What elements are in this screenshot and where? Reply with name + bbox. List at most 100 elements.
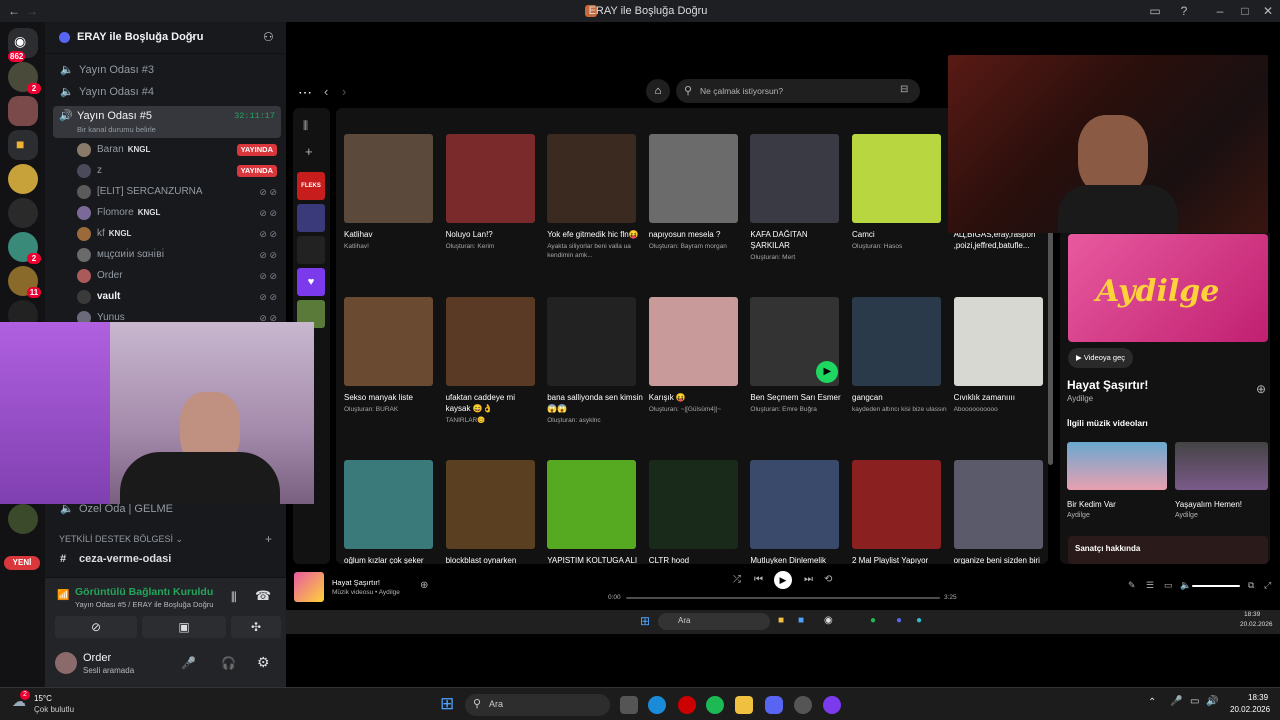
close-icon[interactable]: ✕ — [1260, 3, 1276, 19]
activities-button[interactable]: ✣ — [231, 616, 281, 638]
playlist-title[interactable]: KAFA DAĞITAN ŞARKILAR — [750, 229, 846, 251]
playlist-title[interactable]: ufaktan caddeye mi kaysak 😄👌 — [446, 392, 542, 414]
camera-off-button[interactable]: ⊘ — [55, 616, 137, 638]
voice-channel[interactable]: 🔈 Yayın Odası #3 — [57, 60, 281, 80]
server-header[interactable]: ERAY ile Boşluğa Doğru ⌄ ⚇ — [45, 22, 286, 54]
home-icon[interactable]: ⌂ — [646, 79, 670, 103]
playlist-card[interactable]: Karışık 😝 Oluşturan: ~|[Gülsüm4]|~ — [648, 297, 745, 414]
playlist-title[interactable]: Yok efe gitmedik hic fln😝 — [547, 229, 643, 240]
browse-icon[interactable]: ⊟ — [900, 84, 908, 95]
microphone-icon[interactable]: 🎤 — [1170, 696, 1182, 707]
add-icon[interactable]: + — [305, 144, 313, 159]
playlist-title[interactable]: Ben Seçmem Sarı Esmer — [750, 392, 846, 403]
file-explorer-icon[interactable]: ■ — [778, 615, 784, 626]
server-icon[interactable] — [8, 504, 38, 534]
playlist-title[interactable]: Camci — [852, 229, 948, 240]
spotify-icon[interactable] — [706, 696, 724, 714]
playlist-card[interactable]: KAFA DAĞITAN ŞARKILAR Oluşturan: Mert — [750, 134, 846, 262]
next-icon[interactable]: ⏭ — [804, 574, 813, 585]
forward-icon[interactable]: › — [342, 84, 346, 99]
windows-start-icon[interactable]: ⊞ — [640, 614, 650, 628]
file-explorer-icon[interactable] — [735, 696, 753, 714]
connection-subtitle[interactable]: Yayın Odası #5 / ERAY ile Boşluğa Doğru — [75, 600, 213, 609]
playlist-card[interactable]: YAPISTIM KOLTUGA ALI KOÇ GİBİ — [547, 460, 643, 577]
playlist-card[interactable]: Noluyo Lan!? Oluşturan: Kerim — [445, 134, 542, 251]
voice-member[interactable]: мцҫαиı̇и ѕαнı̇вı̇ ⊘ ⊘ — [77, 245, 277, 265]
voice-member[interactable]: Baran KNGL YAYINDA — [77, 140, 277, 160]
now-playing-cover[interactable] — [294, 572, 324, 602]
playlist-card[interactable]: Katlihav Katlihav! — [344, 134, 440, 251]
playlist-title[interactable]: bana salliyonda sen kimsin 😱😱 — [547, 392, 643, 414]
song-artist[interactable]: Aydilge — [1067, 394, 1093, 403]
store-icon[interactable]: ■ — [798, 615, 804, 626]
help-icon[interactable]: ? — [1176, 3, 1192, 19]
playlist-card[interactable]: Mutluyken Dinlemelik — [750, 460, 846, 566]
weather-temp[interactable]: 15°C — [34, 694, 52, 703]
playlist-card[interactable]: organize beni sizden biri — [953, 460, 1050, 566]
spotify-icon[interactable]: ● — [870, 615, 876, 626]
volume-icon[interactable]: 🔈 — [1180, 580, 1191, 591]
new-badge[interactable]: YENİ — [4, 556, 40, 570]
weather-desc[interactable]: Çok bulutlu — [34, 705, 74, 714]
playlist-card[interactable]: gangcan kaydeden altıncı kisi bize ulassı… — [852, 297, 948, 414]
fullscreen-icon[interactable]: ⤢ — [1264, 580, 1271, 591]
settings-gear-icon[interactable]: ⚙ — [257, 654, 270, 671]
library-playlist-thumb[interactable] — [297, 204, 325, 232]
inner-search-box[interactable]: Ara — [658, 613, 770, 630]
avatar[interactable] — [55, 652, 77, 674]
windows-start-icon[interactable]: ⊞ — [440, 694, 454, 714]
headphone-icon[interactable]: 🎧 — [221, 656, 236, 670]
related-video-title[interactable]: Bir Kedim Var — [1067, 500, 1116, 509]
inbox-icon[interactable]: ▭ — [1147, 3, 1163, 19]
playlist-title[interactable]: Karışık 😝 — [649, 392, 745, 403]
library-playlist-thumb[interactable]: FLEKS — [297, 172, 325, 200]
playlist-card[interactable]: Sekso manyak liste Oluşturan: BURAK — [344, 297, 440, 414]
library-playlist-thumb[interactable] — [297, 236, 325, 264]
related-video-thumb[interactable] — [1067, 442, 1167, 490]
server-icon[interactable] — [8, 198, 38, 228]
now-playing-title[interactable]: Hayat Şaşırtır! — [332, 578, 380, 587]
server-icon[interactable]: 2 — [8, 62, 41, 94]
search-input[interactable]: Ne çalmak istiyorsun? — [700, 86, 783, 96]
play-button[interactable]: ▶ — [774, 571, 792, 589]
playlist-card[interactable]: oğlum kızlar çok şeker — [344, 460, 440, 566]
app-icon[interactable] — [823, 696, 841, 714]
voice-member[interactable]: vault ⊘ ⊘ — [77, 287, 277, 307]
about-artist-card[interactable]: Sanatçı hakkında — [1068, 536, 1268, 564]
task-view-icon[interactable] — [620, 696, 638, 714]
playlist-card[interactable]: CLTR hood — [648, 460, 745, 566]
discord-home-icon[interactable]: ◉ 862 — [8, 28, 38, 62]
playlist-title[interactable]: napıyosun mesela ? — [649, 229, 745, 240]
video-toggle-button[interactable]: ▶ Videoya geç — [1068, 348, 1134, 368]
playlist-card[interactable]: Ben Seçmem Sarı Esmer Oluşturan: Emre Buğ… — [750, 297, 846, 414]
voice-member[interactable]: kf KNGL ⊘ ⊘ — [77, 224, 277, 244]
add-channel-icon[interactable]: + — [265, 532, 272, 546]
search-bar[interactable]: ⚲ Ne çalmak istiyorsun? ⊟ — [676, 79, 920, 103]
playlist-title[interactable]: Cıvıklık zamanıııı — [954, 392, 1050, 403]
server-icon[interactable]: 2 — [8, 232, 41, 264]
more-options-icon[interactable]: ⋯ — [298, 84, 312, 101]
edge-icon[interactable] — [648, 696, 666, 714]
playlist-card[interactable]: Cıvıklık zamanıııı Aboooooooooo — [953, 297, 1050, 414]
song-title[interactable]: Hayat Şaşırtır! — [1067, 378, 1148, 392]
minimize-icon[interactable]: – — [1212, 3, 1228, 19]
playlist-card[interactable]: Camci Oluşturan: Hasos — [852, 134, 948, 251]
add-to-library-icon[interactable]: ⊕ — [1256, 382, 1266, 396]
now-playing-sub[interactable]: Müzik videosu • Aydilge — [332, 589, 400, 596]
server-icon[interactable] — [8, 96, 38, 126]
volume-slider[interactable] — [1192, 585, 1240, 587]
mini-player-icon[interactable]: ⧉ — [1248, 580, 1254, 591]
playlist-card[interactable]: bana salliyonda sen kimsin 😱😱 Oluşturan: … — [547, 297, 643, 425]
playlist-card[interactable]: ufaktan caddeye mi kaysak 😄👌 TANIRLAR😊 — [445, 297, 542, 425]
voice-member[interactable]: Flomore KNGL ⊘ ⊘ — [77, 203, 277, 223]
server-icon[interactable]: 11 — [8, 266, 41, 298]
liked-songs-thumb[interactable]: ♥ — [297, 268, 325, 296]
shuffle-icon[interactable]: ⤮ — [733, 574, 741, 585]
server-icon[interactable] — [8, 164, 38, 194]
related-video-artist[interactable]: Aydilge — [1175, 512, 1198, 519]
category-header[interactable]: YETKİLİ DESTEK BÖLGESİ ⌄ — [59, 534, 183, 545]
maximize-icon[interactable]: □ — [1237, 3, 1253, 19]
app-icon[interactable] — [794, 696, 812, 714]
repeat-icon[interactable]: ⟲ — [824, 574, 832, 585]
voice-member[interactable]: Order ⊘ ⊘ — [77, 266, 277, 286]
